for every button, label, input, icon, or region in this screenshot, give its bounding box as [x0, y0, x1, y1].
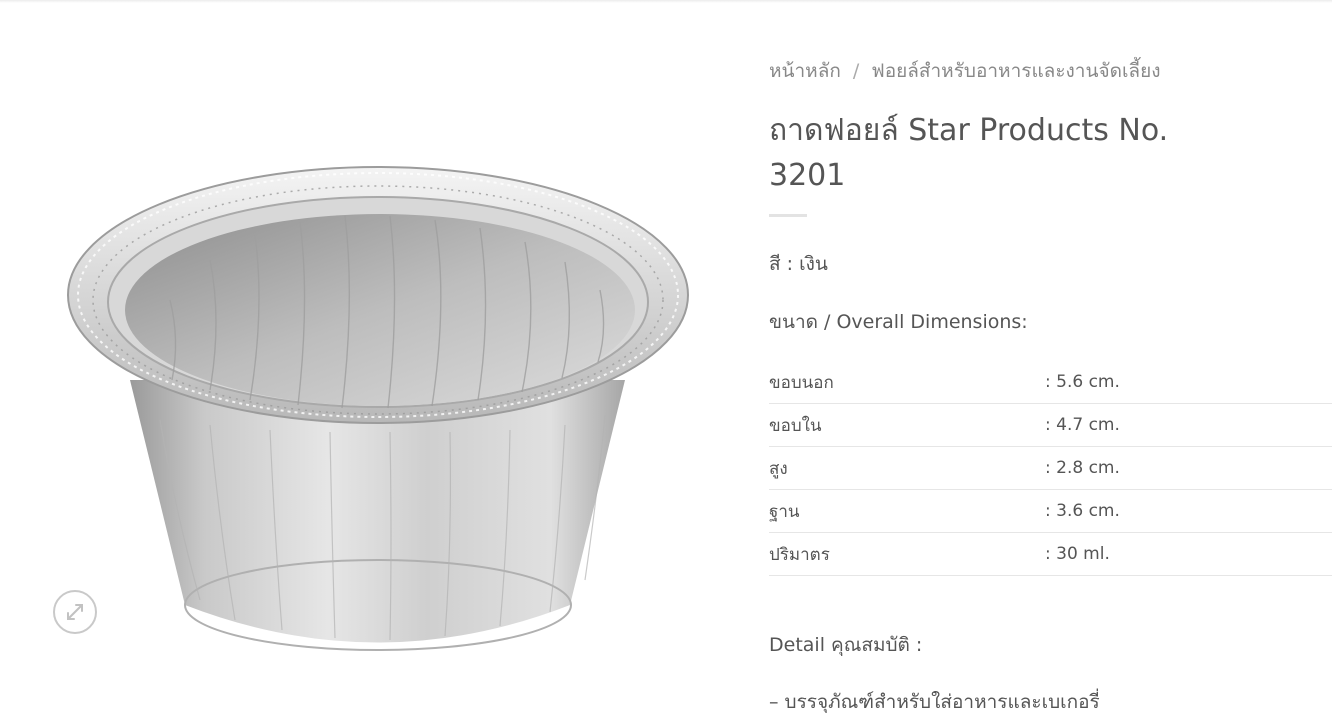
product-color: สี : เงิน	[769, 253, 828, 275]
table-row: ขอบนอก : 5.6 cm.	[769, 361, 1332, 404]
breadcrumb-separator: /	[852, 60, 860, 82]
product-title: ถาดฟอยล์ Star Products No. 3201	[769, 113, 1169, 193]
table-row: ฐาน : 3.6 cm.	[769, 489, 1332, 533]
breadcrumb-category-link[interactable]: ฟอยล์สำหรับอาหารและงานจัดเลี้ยง	[871, 60, 1160, 82]
spec-value: : 2.8 cm.	[1045, 446, 1332, 490]
spec-label: ปริมาตร	[769, 532, 1045, 576]
spec-value: : 30 ml.	[1045, 532, 1332, 576]
spec-value: : 5.6 cm.	[1045, 361, 1332, 404]
spec-label: ขอบใน	[769, 403, 1045, 447]
dimensions-heading: ขนาด / Overall Dimensions:	[769, 311, 1028, 333]
title-divider	[769, 214, 807, 217]
aluminum-foil-cup-image[interactable]	[60, 150, 700, 670]
spec-label: ขอบนอก	[769, 361, 1045, 404]
zoom-button[interactable]	[53, 590, 97, 634]
expand-arrows-icon	[67, 604, 83, 620]
table-row: สูง : 2.8 cm.	[769, 446, 1332, 490]
spec-value: : 4.7 cm.	[1045, 403, 1332, 447]
spec-table: ขอบนอก : 5.6 cm. ขอบใน : 4.7 cm. สูง : 2…	[769, 361, 1332, 576]
detail-heading: Detail คุณสมบัติ :	[769, 634, 923, 656]
breadcrumb-home-link[interactable]: หน้าหลัก	[769, 60, 841, 82]
spec-label: สูง	[769, 446, 1045, 490]
product-gallery	[0, 0, 730, 717]
spec-label: ฐาน	[769, 489, 1045, 533]
detail-list-item: – บรรจุภัณฑ์สำหรับใส่อาหารและเบเกอรี่	[769, 691, 1100, 713]
spec-value: : 3.6 cm.	[1045, 489, 1332, 533]
breadcrumb: หน้าหลัก / ฟอยล์สำหรับอาหารและงานจัดเลี้ยง	[769, 56, 1161, 86]
table-row: ปริมาตร : 30 ml.	[769, 532, 1332, 576]
table-row: ขอบใน : 4.7 cm.	[769, 403, 1332, 447]
